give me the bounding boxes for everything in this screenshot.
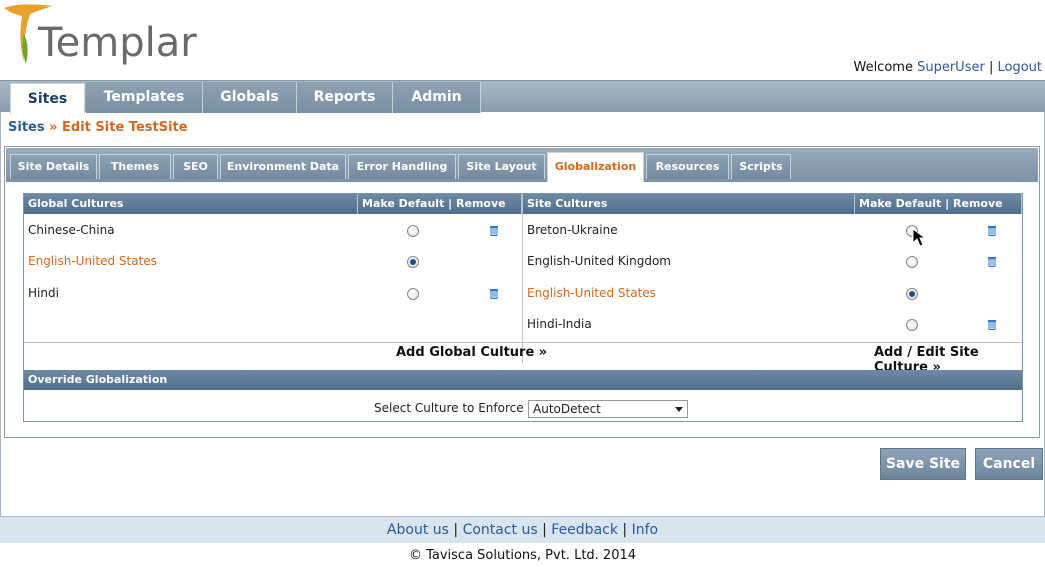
tab-error-handling[interactable]: Error Handling xyxy=(348,154,456,179)
tab-site-details[interactable]: Site Details xyxy=(10,154,97,179)
username-link[interactable]: SuperUser xyxy=(917,60,985,75)
site-culture-name: English-United Kingdom xyxy=(527,254,671,268)
site-default-radio[interactable] xyxy=(906,319,918,331)
footer-separator: | xyxy=(542,522,547,538)
tab-themes[interactable]: Themes xyxy=(99,154,171,179)
about-us-link[interactable]: About us xyxy=(387,522,449,538)
welcome-label: Welcome xyxy=(853,60,913,75)
trash-icon[interactable] xyxy=(987,319,997,330)
breadcrumb-sites[interactable]: Sites xyxy=(8,120,45,135)
trash-icon[interactable] xyxy=(987,225,997,236)
global-culture-name: Hindi xyxy=(28,286,59,300)
site-culture-name: English-United States xyxy=(527,286,656,300)
nav-tab-admin[interactable]: Admin xyxy=(393,82,481,113)
global-culture-name: Chinese-China xyxy=(28,223,115,237)
site-culture-name: Hindi-India xyxy=(527,317,592,331)
global-cultures-header: Global Cultures xyxy=(24,194,358,214)
copyright: © Tavisca Solutions, Pvt. Ltd. 2014 xyxy=(408,548,637,563)
save-site-button[interactable]: Save Site xyxy=(880,448,966,480)
feedback-link[interactable]: Feedback xyxy=(551,522,618,538)
chevron-down-icon xyxy=(675,407,683,412)
tab-globalization[interactable]: Globalization xyxy=(547,152,644,182)
cancel-button[interactable]: Cancel xyxy=(975,448,1043,480)
trash-icon[interactable] xyxy=(987,256,997,267)
trash-icon[interactable] xyxy=(489,288,499,299)
global-default-radio[interactable] xyxy=(407,225,419,237)
welcome-bar: Welcome SuperUser | Logout xyxy=(853,60,1042,75)
global-culture-name: English-United States xyxy=(28,254,157,268)
nav-tab-sites[interactable]: Sites xyxy=(10,83,85,114)
breadcrumb: Sites » Edit Site TestSite xyxy=(8,120,188,135)
logout-link[interactable]: Logout xyxy=(997,60,1042,75)
global-default-radio[interactable] xyxy=(407,288,419,300)
site-cultures-header: Site Cultures xyxy=(523,194,855,214)
logo-text: Templar xyxy=(38,20,197,66)
sub-tabs: Site Details Themes SEO Environment Data… xyxy=(6,148,1038,182)
select-value: AutoDetect xyxy=(533,402,601,416)
site-default-radio[interactable] xyxy=(906,256,918,268)
enforce-culture-select[interactable]: AutoDetect xyxy=(528,400,688,418)
footer-separator: | xyxy=(622,522,628,538)
templar-logo: Templar xyxy=(0,0,197,72)
tab-environment-data[interactable]: Environment Data xyxy=(220,154,346,179)
nav-tab-globals[interactable]: Globals xyxy=(203,82,297,113)
trash-icon[interactable] xyxy=(489,225,499,236)
info-link[interactable]: Info xyxy=(632,522,659,538)
global-actions-header: Make Default | Remove xyxy=(358,194,522,214)
globalization-content: Global Cultures Make Default | Remove Si… xyxy=(23,193,1023,422)
column-divider xyxy=(522,194,523,363)
tab-scripts[interactable]: Scripts xyxy=(731,154,791,179)
nav-tab-reports[interactable]: Reports xyxy=(297,82,393,113)
global-default-radio[interactable] xyxy=(407,256,419,268)
tab-resources[interactable]: Resources xyxy=(646,154,729,179)
site-culture-name: Breton-Ukraine xyxy=(527,223,618,237)
footer-separator: | xyxy=(453,522,459,538)
contact-us-link[interactable]: Contact us xyxy=(463,522,538,538)
override-globalization-header: Override Globalization xyxy=(24,370,1022,390)
welcome-separator: | xyxy=(988,60,994,75)
edit-site-panel: Site Details Themes SEO Environment Data… xyxy=(4,146,1040,438)
tab-seo[interactable]: SEO xyxy=(173,154,218,179)
site-actions-header: Make Default | Remove xyxy=(855,194,1022,214)
enforce-culture-label: Select Culture to Enforce xyxy=(374,401,524,415)
main-nav: Sites Templates Globals Reports Admin xyxy=(0,80,1045,114)
site-default-radio[interactable] xyxy=(906,288,918,300)
tab-site-layout[interactable]: Site Layout xyxy=(458,154,545,179)
add-global-culture-link[interactable]: Add Global Culture » xyxy=(396,345,547,360)
breadcrumb-current: » Edit Site TestSite xyxy=(44,120,188,135)
footer-links: About us | Contact us | Feedback | Info xyxy=(0,516,1045,543)
nav-tab-templates[interactable]: Templates xyxy=(86,82,203,113)
mouse-cursor-icon xyxy=(912,228,927,247)
